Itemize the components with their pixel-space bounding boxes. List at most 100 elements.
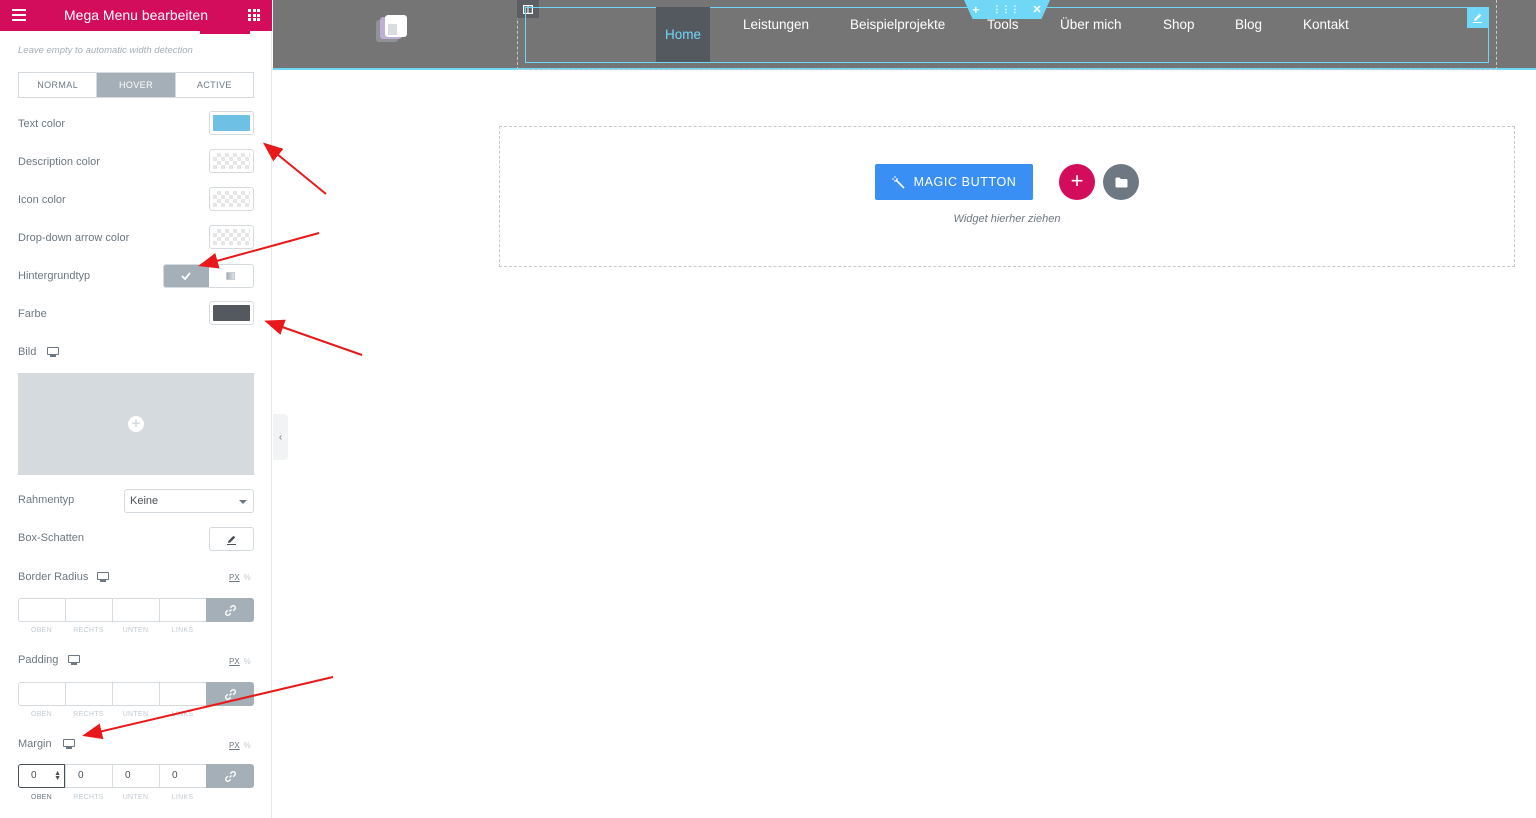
link-values-button[interactable] — [206, 764, 254, 788]
unit-px[interactable]: PX — [229, 657, 240, 666]
description-color-picker[interactable] — [209, 149, 254, 173]
pencil-icon — [1473, 13, 1482, 23]
side-label-bottom: UNTEN — [122, 711, 149, 718]
padding-inputs — [18, 682, 254, 706]
background-gradient-option[interactable] — [208, 265, 253, 287]
dropdown-arrow-color-label: Drop-down arrow color — [18, 232, 130, 244]
margin-right-value: 0 — [78, 770, 84, 781]
panel-header: Mega Menu bearbeiten — [0, 0, 272, 31]
margin-side-labels: OBEN RECHTS UNTEN LINKS — [18, 794, 206, 801]
add-template-button[interactable] — [1103, 164, 1139, 200]
tab-active[interactable]: ACTIVE — [176, 73, 253, 97]
margin-top-input[interactable]: 0 ▲ ▼ — [18, 764, 65, 788]
panel-title: Mega Menu bearbeiten — [64, 7, 208, 23]
border-radius-left-input[interactable] — [159, 598, 206, 622]
magic-button-label: MAGIC BUTTON — [913, 175, 1017, 189]
dropdown-arrow-color-picker[interactable] — [209, 225, 254, 249]
border-radius-inputs — [18, 598, 254, 622]
box-shadow-edit-button[interactable] — [209, 527, 254, 551]
link-icon — [224, 770, 236, 782]
border-radius-side-labels: OBEN RECHTS UNTEN LINKS — [18, 627, 206, 634]
magic-wand-icon — [891, 175, 905, 189]
section-tools: + ⋮⋮⋮ ✕ — [964, 0, 1050, 19]
width-hint: Leave empty to automatic width detection — [18, 45, 193, 56]
pencil-icon — [227, 535, 236, 545]
collapse-panel-button[interactable]: ‹ — [273, 414, 288, 460]
site-logo[interactable] — [374, 13, 410, 45]
border-radius-right-input[interactable] — [65, 598, 112, 622]
nav-item-ueber-mich[interactable]: Über mich — [1060, 17, 1122, 32]
padding-label: Padding — [18, 654, 59, 666]
monitor-icon[interactable] — [63, 739, 75, 749]
gradient-icon — [226, 272, 236, 280]
side-label-bottom: UNTEN — [122, 794, 149, 801]
nav-item-beispielprojekte[interactable]: Beispielprojekte — [850, 17, 945, 32]
color-label: Farbe — [18, 308, 47, 320]
margin-right-input[interactable]: 0 — [65, 764, 112, 788]
margin-bottom-input[interactable]: 0 — [112, 764, 159, 788]
editor-panel: Mega Menu bearbeiten Leave empty to auto… — [0, 0, 272, 818]
side-label-left: LINKS — [171, 794, 194, 801]
unit-percent[interactable]: % — [244, 741, 251, 750]
annotation-arrow — [264, 319, 363, 356]
border-type-value: Keine — [130, 495, 159, 507]
padding-bottom-input[interactable] — [112, 682, 159, 706]
close-icon[interactable]: ✕ — [1032, 3, 1041, 16]
background-classic-option[interactable] — [164, 265, 209, 287]
icon-color-picker[interactable] — [209, 187, 254, 211]
monitor-icon[interactable] — [47, 347, 59, 357]
margin-inputs: 0 ▲ ▼ 0 0 0 — [18, 764, 254, 788]
side-label-right: RECHTS — [73, 711, 104, 718]
unit-px[interactable]: PX — [229, 573, 240, 582]
tab-hover[interactable]: HOVER — [97, 73, 176, 97]
unit-px[interactable]: PX — [229, 741, 240, 750]
add-section-button[interactable]: + — [1059, 164, 1095, 200]
padding-right-input[interactable] — [65, 682, 112, 706]
add-section-icon[interactable]: + — [972, 3, 979, 17]
side-label-left: LINKS — [171, 711, 194, 718]
elementor-editor: Mega Menu bearbeiten Leave empty to auto… — [0, 0, 1536, 818]
nav-item-home[interactable]: Home — [656, 7, 710, 62]
nav-item-tools[interactable]: Tools — [987, 17, 1019, 32]
link-values-button[interactable] — [206, 682, 254, 706]
edit-widget-button[interactable] — [1467, 7, 1488, 28]
margin-units: PX% — [229, 741, 251, 750]
border-type-select[interactable]: Keine — [124, 489, 254, 513]
side-label-top: OBEN — [30, 627, 53, 634]
margin-left-value: 0 — [172, 770, 178, 781]
chevron-down-icon — [239, 500, 247, 504]
side-label-top: OBEN — [30, 711, 53, 718]
margin-top-value: 0 — [31, 770, 37, 781]
background-color-picker[interactable] — [209, 301, 254, 325]
annotation-arrow — [262, 142, 327, 195]
magic-button[interactable]: MAGIC BUTTON — [875, 164, 1033, 200]
text-color-picker[interactable] — [209, 111, 254, 135]
nav-item-shop[interactable]: Shop — [1163, 17, 1195, 32]
side-label-bottom: UNTEN — [122, 627, 149, 634]
image-picker[interactable]: + — [18, 373, 254, 475]
margin-left-input[interactable]: 0 — [159, 764, 206, 788]
unit-percent[interactable]: % — [244, 573, 251, 582]
margin-bottom-value: 0 — [125, 770, 131, 781]
link-values-button[interactable] — [206, 598, 254, 622]
unit-percent[interactable]: % — [244, 657, 251, 666]
padding-top-input[interactable] — [18, 682, 65, 706]
monitor-icon[interactable] — [97, 572, 109, 582]
monitor-icon[interactable] — [68, 655, 80, 665]
padding-left-input[interactable] — [159, 682, 206, 706]
stepper-icon[interactable]: ▲ ▼ — [54, 770, 61, 782]
border-radius-bottom-input[interactable] — [112, 598, 159, 622]
side-label-right: RECHTS — [73, 794, 104, 801]
description-color-label: Description color — [18, 156, 100, 168]
background-type-toggle — [163, 264, 254, 288]
tab-normal[interactable]: NORMAL — [19, 73, 98, 97]
apps-grid-icon[interactable] — [248, 9, 260, 21]
nav-item-blog[interactable]: Blog — [1235, 17, 1262, 32]
nav-item-leistungen[interactable]: Leistungen — [743, 17, 809, 32]
border-type-label: Rahmentyp — [18, 494, 75, 506]
side-label-left: LINKS — [171, 627, 194, 634]
chevron-left-icon: ‹ — [278, 431, 283, 443]
drag-handle-icon[interactable]: ⋮⋮⋮ — [992, 4, 1019, 15]
nav-item-kontakt[interactable]: Kontakt — [1303, 17, 1349, 32]
border-radius-top-input[interactable] — [18, 598, 65, 622]
